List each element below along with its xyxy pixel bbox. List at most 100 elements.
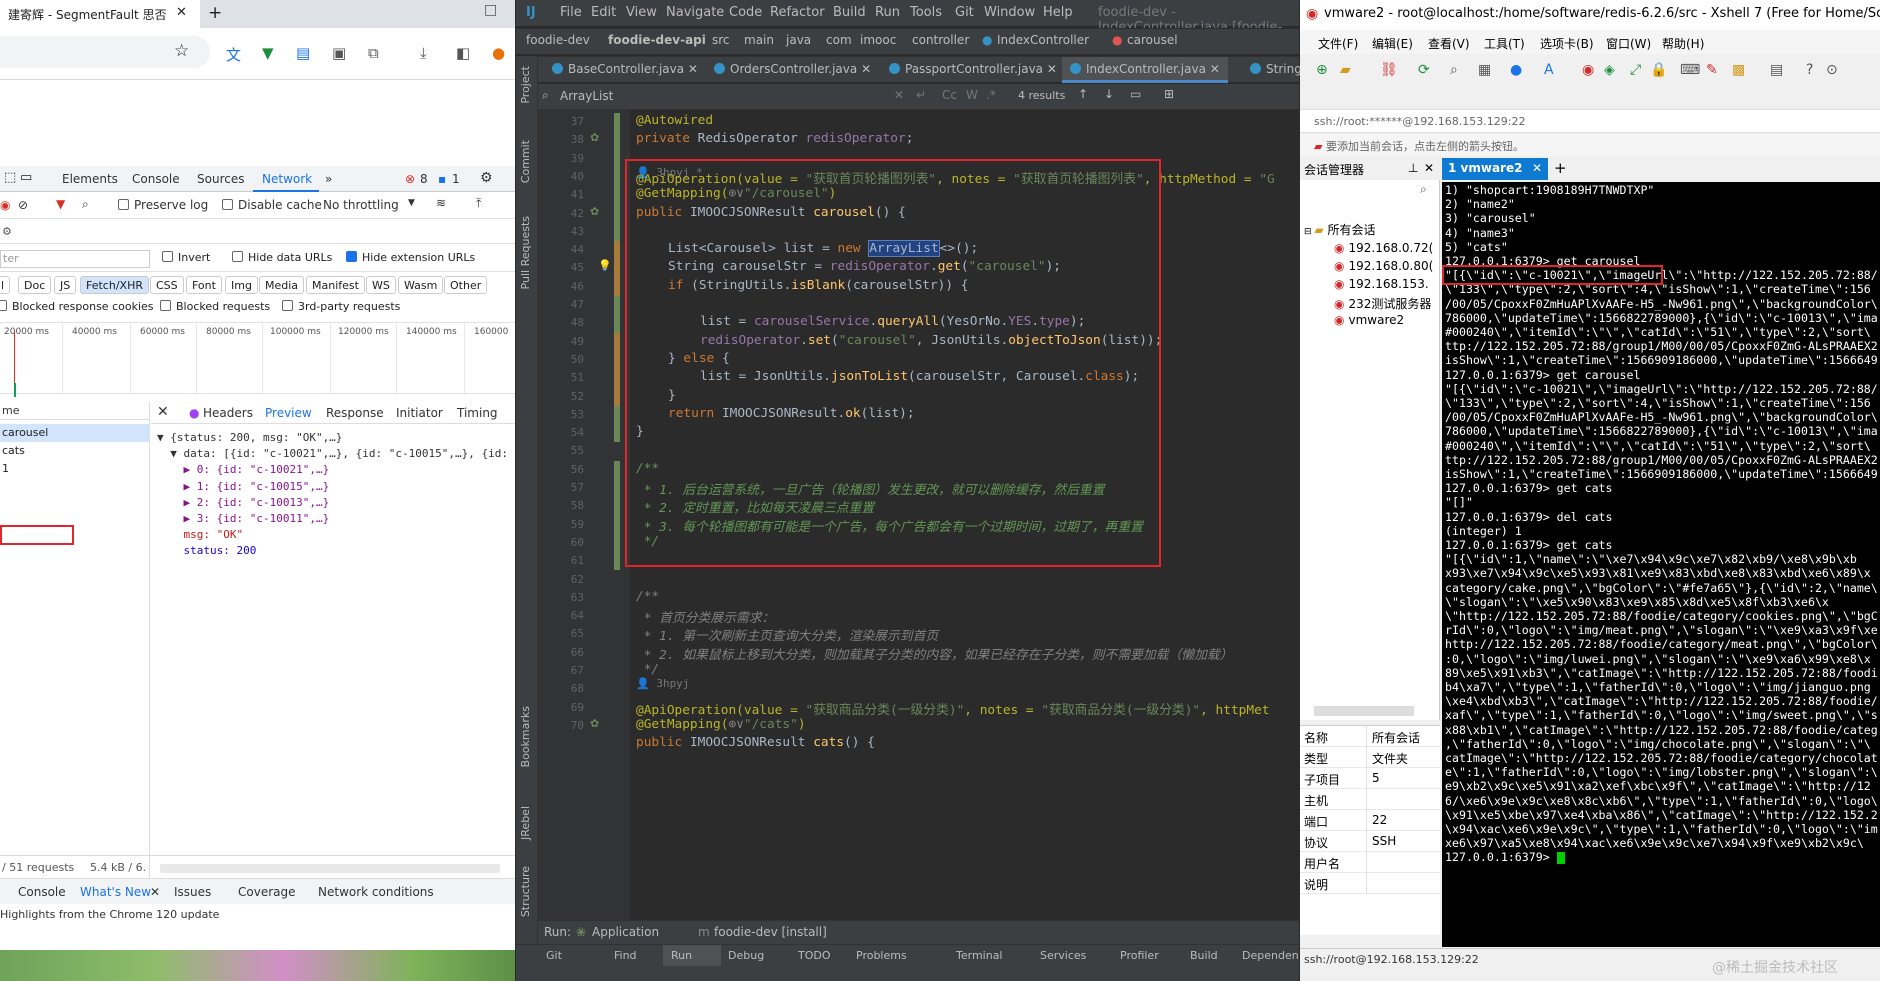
request-row-1[interactable]: 1 bbox=[0, 460, 150, 478]
newline-icon[interactable]: ↵ bbox=[916, 88, 926, 102]
xs-menu-edit[interactable]: 编辑(E) bbox=[1372, 35, 1413, 52]
crumb[interactable]: carousel bbox=[1127, 33, 1178, 47]
hide-extension-urls-checkbox[interactable]: Hide extension URLs bbox=[346, 251, 475, 264]
menu-run[interactable]: Run bbox=[875, 5, 900, 20]
more-tabs-icon[interactable]: » bbox=[325, 172, 332, 186]
tool-profiler[interactable]: Profiler bbox=[1120, 949, 1159, 962]
inspect-icon[interactable]: ⬚ bbox=[4, 170, 16, 185]
side-tool-commit[interactable]: Commit bbox=[519, 140, 532, 183]
tree-root[interactable]: ⊟ ▰ 所有会话 bbox=[1304, 221, 1375, 238]
menu-edit[interactable]: Edit bbox=[591, 5, 616, 20]
tool-git[interactable]: Git bbox=[546, 949, 562, 962]
session-item[interactable]: ◉ 192.168.0.80( bbox=[1334, 259, 1433, 273]
request-row-cats[interactable]: cats bbox=[0, 442, 150, 460]
menu-git[interactable]: Git bbox=[955, 5, 974, 20]
disable-cache-checkbox[interactable]: Disable cache bbox=[222, 198, 322, 212]
bean-icon[interactable]: ✿ bbox=[590, 131, 599, 144]
bulb-icon[interactable]: 💡 bbox=[598, 259, 612, 272]
find-icon[interactable]: ⌕ bbox=[1450, 62, 1458, 78]
clear-icon[interactable]: ⊘ bbox=[18, 198, 28, 212]
settings-gear-icon[interactable]: ⚙ bbox=[480, 170, 493, 186]
side-tool-structure[interactable]: Structure bbox=[519, 866, 532, 917]
new-tab-button[interactable]: + bbox=[208, 3, 222, 23]
side-tool-project[interactable]: Project bbox=[519, 66, 532, 104]
download-icon[interactable]: ⤓ bbox=[420, 44, 427, 62]
error-count[interactable]: 8 bbox=[420, 172, 428, 186]
menu-navigate[interactable]: Navigate bbox=[666, 5, 724, 20]
json-line[interactable]: ▶ 2: {id: "c-10013",…} bbox=[157, 495, 515, 511]
tool-terminal[interactable]: Terminal bbox=[956, 949, 1003, 962]
blocked-requests-checkbox[interactable]: Blocked requests bbox=[160, 300, 270, 313]
editor-tab[interactable]: OrdersController.java ✕ bbox=[706, 57, 879, 83]
crumb[interactable]: foodie-dev-api bbox=[608, 33, 706, 47]
tool-run[interactable]: Run bbox=[671, 949, 692, 962]
session-item[interactable]: ◉ 192.168.0.72( bbox=[1334, 241, 1433, 255]
tool-services[interactable]: Services bbox=[1040, 949, 1086, 962]
settings-icon[interactable]: ⚙ bbox=[2, 225, 12, 238]
tool-todo[interactable]: TODO bbox=[798, 949, 831, 962]
session-item[interactable]: ◉ vmware2 bbox=[1334, 313, 1404, 327]
menu-code[interactable]: Code bbox=[729, 5, 762, 20]
drawer-tab-coverage[interactable]: Coverage bbox=[238, 885, 296, 899]
menu-build[interactable]: Build bbox=[833, 5, 866, 20]
bean-icon[interactable]: ✿ bbox=[590, 717, 599, 730]
type-wasm[interactable]: Wasm bbox=[398, 276, 444, 294]
json-line[interactable]: ▶ 3: {id: "c-10011",…} bbox=[157, 511, 515, 527]
fullscreen-icon[interactable]: ⤢ bbox=[1630, 62, 1641, 78]
drawer-tab-issues[interactable]: Issues bbox=[174, 885, 211, 899]
address-bar[interactable]: ☆ bbox=[0, 36, 210, 68]
menu-refactor[interactable]: Refactor bbox=[770, 5, 825, 20]
request-row-carousel[interactable]: carousel bbox=[0, 424, 150, 442]
type-manifest[interactable]: Manifest bbox=[306, 276, 365, 294]
open-folder-icon[interactable]: ▰ bbox=[1340, 62, 1351, 78]
upload-icon[interactable]: ⤒ bbox=[476, 196, 481, 211]
tab-close-icon[interactable]: ✕ bbox=[176, 5, 187, 20]
name-column-header[interactable]: me bbox=[0, 402, 150, 420]
menu-tools[interactable]: Tools bbox=[910, 5, 942, 20]
xs-menu-file[interactable]: 文件(F) bbox=[1318, 35, 1358, 52]
info-count[interactable]: 1 bbox=[452, 172, 460, 186]
clear-search-icon[interactable]: ✕ bbox=[894, 88, 904, 102]
tab-elements[interactable]: Elements bbox=[62, 172, 118, 186]
tab-preview[interactable]: Preview bbox=[265, 406, 312, 420]
crumb[interactable]: java bbox=[786, 33, 811, 47]
regex-toggle[interactable]: .* bbox=[986, 88, 996, 102]
filter-input[interactable]: ter bbox=[0, 250, 150, 268]
type-media[interactable]: Media bbox=[259, 276, 305, 294]
window-icon[interactable]: ▤ bbox=[1770, 62, 1783, 78]
tool-dependencies[interactable]: Dependencies bbox=[1242, 949, 1299, 962]
close-icon[interactable]: ✕ bbox=[1424, 161, 1434, 175]
chevron-down-icon[interactable]: ▼ bbox=[408, 198, 415, 208]
type-ws[interactable]: WS bbox=[366, 276, 396, 294]
select-all-icon[interactable]: ▭ bbox=[1130, 87, 1141, 101]
search-icon[interactable]: ⌕ bbox=[82, 197, 89, 212]
crumb[interactable]: src bbox=[712, 33, 730, 47]
xs-menu-help[interactable]: 帮助(H) bbox=[1662, 35, 1704, 52]
next-occurrence-icon[interactable]: ↓ bbox=[1104, 87, 1114, 101]
blocked-cookies-checkbox[interactable]: Blocked response cookies bbox=[0, 300, 154, 313]
tool-problems[interactable]: Problems bbox=[856, 949, 907, 962]
type-other[interactable]: Other bbox=[444, 276, 488, 294]
record-icon[interactable]: ◉ bbox=[0, 198, 10, 212]
terminal-output[interactable]: 1) "shopcart:1908189H7TNWDTXP" 2) "name2"… bbox=[1442, 182, 1880, 947]
menu-view[interactable]: View bbox=[626, 5, 657, 20]
more-icon[interactable]: ⊙ bbox=[1826, 62, 1838, 78]
terminal-tab[interactable]: 1 vmware2 ✕ bbox=[1442, 158, 1548, 180]
author-inlay[interactable]: 👤 3hpyj bbox=[636, 677, 689, 690]
connect-icon[interactable]: ⛓ bbox=[1380, 62, 1398, 78]
xs-menu-tools[interactable]: 工具(T) bbox=[1484, 35, 1525, 52]
words-toggle[interactable]: W bbox=[966, 88, 978, 102]
xftp-icon[interactable]: ◈ bbox=[1604, 62, 1615, 78]
find-input[interactable]: ArrayList bbox=[560, 89, 613, 103]
tool-build[interactable]: Build bbox=[1190, 949, 1218, 962]
menu-help[interactable]: Help bbox=[1043, 5, 1073, 20]
vcs-change-marker[interactable] bbox=[614, 460, 620, 571]
session-item[interactable]: ◉ 232测试服务器 bbox=[1334, 295, 1431, 312]
xs-menu-view[interactable]: 查看(V) bbox=[1428, 35, 1470, 52]
run-tab-install[interactable]: foodie-dev [install] bbox=[714, 925, 827, 939]
crumb[interactable]: imooc bbox=[860, 33, 896, 47]
crumb[interactable]: IndexController bbox=[997, 33, 1089, 47]
wifi-icon[interactable]: ≋ bbox=[436, 196, 446, 210]
add-occurrence-icon[interactable]: ⊞ bbox=[1164, 87, 1174, 101]
type-js[interactable]: JS bbox=[54, 276, 77, 294]
